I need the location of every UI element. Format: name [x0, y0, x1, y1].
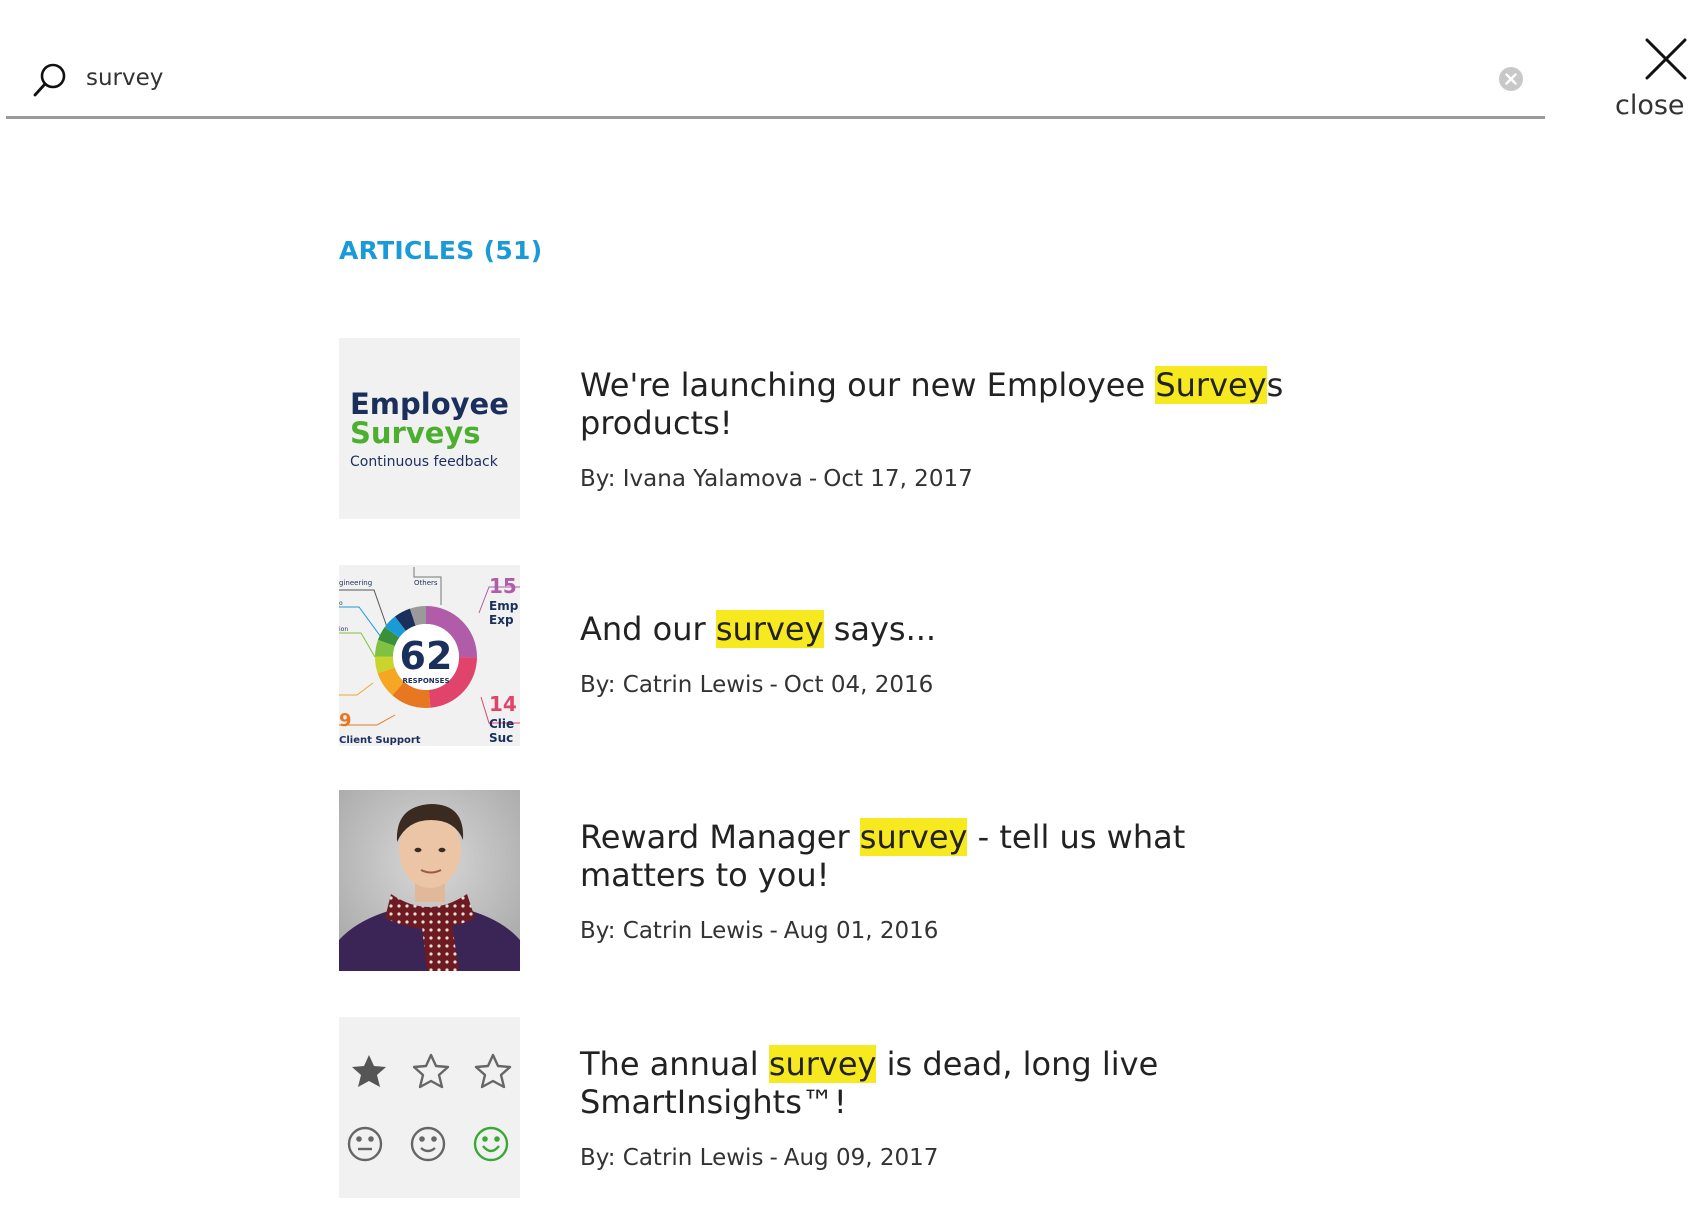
- person-photo: [339, 790, 520, 971]
- article-thumbnail: Employee Surveys Continuous feedback: [339, 338, 520, 519]
- article-thumbnail: [339, 790, 520, 971]
- article-title[interactable]: We're launching our new Employee Surveys…: [580, 366, 1320, 442]
- svg-text:15: 15: [489, 574, 517, 598]
- search-match-highlight: Survey: [1155, 366, 1267, 404]
- article-author: By: Ivana Yalamova: [580, 466, 803, 492]
- section-heading-articles: ARTICLES (51): [339, 236, 543, 265]
- svg-text:o: o: [339, 600, 343, 607]
- article-title[interactable]: The annual survey is dead, long live Sma…: [580, 1045, 1320, 1121]
- article-result[interactable]: Reward Manager survey - tell us what mat…: [339, 790, 1339, 972]
- article-result[interactable]: 62 RESPONSES gineering Others o ion 15 E…: [339, 565, 1339, 747]
- article-title[interactable]: Reward Manager survey - tell us what mat…: [580, 818, 1320, 894]
- logo-line3: Continuous feedback: [350, 454, 499, 470]
- svg-text:Suc: Suc: [489, 731, 513, 745]
- article-text: Reward Manager survey - tell us what mat…: [580, 818, 1320, 944]
- svg-text:14: 14: [489, 692, 517, 716]
- svg-text:Emp: Emp: [489, 599, 519, 613]
- close-label: close: [1615, 90, 1685, 121]
- article-author: By: Catrin Lewis: [580, 918, 764, 944]
- article-date: Aug 01, 2016: [783, 918, 939, 944]
- article-date: Oct 17, 2017: [823, 466, 973, 492]
- article-text: We're launching our new Employee Surveys…: [580, 366, 1320, 492]
- donut-center-value: 62: [400, 634, 453, 678]
- article-date: Oct 04, 2016: [783, 672, 934, 698]
- svg-text:Others: Others: [414, 579, 438, 587]
- article-author: By: Catrin Lewis: [580, 1145, 764, 1171]
- donut-center-label: RESPONSES: [402, 677, 449, 685]
- donut-infographic: 62 RESPONSES gineering Others o ion 15 E…: [339, 565, 520, 746]
- rating-icons: [339, 1017, 520, 1198]
- article-byline: By: Ivana Yalamova - Oct 17, 2017: [580, 466, 973, 492]
- article-thumbnail: [339, 1017, 520, 1198]
- svg-text:Exp: Exp: [489, 613, 514, 627]
- article-text: The annual survey is dead, long live Sma…: [580, 1045, 1320, 1171]
- svg-text:9: 9: [339, 710, 352, 731]
- search-bar: [6, 40, 1545, 119]
- clear-icon[interactable]: [1498, 66, 1524, 92]
- article-date: Aug 09, 2017: [783, 1145, 939, 1171]
- logo-line2: Surveys: [350, 416, 481, 450]
- article-author: By: Catrin Lewis: [580, 672, 764, 698]
- search-match-highlight: survey: [768, 1045, 877, 1083]
- search-match-highlight: survey: [859, 818, 968, 856]
- article-result[interactable]: The annual survey is dead, long live Sma…: [339, 1017, 1339, 1199]
- article-thumbnail: 62 RESPONSES gineering Others o ion 15 E…: [339, 565, 520, 746]
- article-byline: By: Catrin Lewis - Oct 04, 2016: [580, 672, 934, 698]
- search-input[interactable]: [86, 56, 1446, 100]
- article-title[interactable]: And our survey says...: [580, 610, 1320, 648]
- close-icon: [1645, 38, 1687, 80]
- svg-text:ion: ion: [339, 626, 348, 633]
- article-byline: By: Catrin Lewis - Aug 09, 2017: [580, 1145, 939, 1171]
- close-button[interactable]: close: [1615, 36, 1705, 126]
- employee-surveys-logo: Employee Surveys Continuous feedback: [339, 338, 520, 519]
- article-byline: By: Catrin Lewis - Aug 01, 2016: [580, 918, 939, 944]
- article-result[interactable]: Employee Surveys Continuous feedback We'…: [339, 338, 1339, 520]
- svg-text:gineering: gineering: [339, 579, 372, 587]
- svg-text:Client Support: Client Support: [339, 735, 421, 746]
- svg-text:Clie: Clie: [489, 717, 514, 731]
- search-match-highlight: survey: [715, 610, 824, 648]
- article-text: And our survey says... By: Catrin Lewis -…: [580, 610, 1320, 698]
- search-icon: [33, 63, 66, 97]
